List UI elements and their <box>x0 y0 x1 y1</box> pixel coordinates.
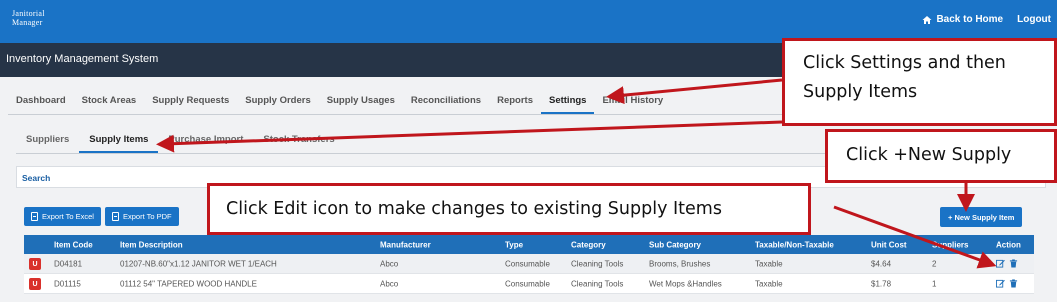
export-pdf-button[interactable]: Export To PDF <box>105 207 179 226</box>
cell-taxable: Taxable <box>755 279 783 288</box>
cell-unit-cost: $1.78 <box>871 279 892 288</box>
settings-subtabs: Suppliers Supply Items Purchase Import S… <box>16 134 345 153</box>
cell-item-code: D04181 <box>54 259 83 268</box>
annotation-edit-icon-callout: Click Edit icon to make changes to exist… <box>207 183 811 235</box>
tab-email-history[interactable]: Email History <box>594 95 671 114</box>
subtab-stock-transfers[interactable]: Stock Transfers <box>253 134 344 153</box>
cell-suppliers: 2 <box>932 259 937 268</box>
tab-reports[interactable]: Reports <box>489 95 541 114</box>
tab-stock-areas[interactable]: Stock Areas <box>74 95 145 114</box>
status-badge: U <box>29 278 41 290</box>
system-title: Inventory Management System <box>6 53 159 65</box>
tab-supply-requests[interactable]: Supply Requests <box>144 95 237 114</box>
new-supply-item-button[interactable]: + New Supply Item <box>940 207 1023 227</box>
annotation-settings-callout: Click Settings and then Supply Items <box>782 38 1057 126</box>
trash-icon[interactable] <box>1009 259 1018 268</box>
row-actions <box>996 279 1018 288</box>
cell-category: Cleaning Tools <box>571 279 624 288</box>
edit-icon[interactable] <box>996 279 1005 288</box>
top-bar: Janitorial Manager Back to Home Logout <box>0 0 1057 43</box>
cell-type: Consumable <box>505 259 550 268</box>
header-item-description[interactable]: Item Description <box>120 240 183 249</box>
cell-item-code: D01115 <box>54 279 81 288</box>
supply-items-table: Item Code Item Description Manufacturer … <box>24 235 1034 294</box>
back-to-home-label: Back to Home <box>936 14 1004 25</box>
home-icon <box>922 15 932 24</box>
cell-sub-category: Brooms, Brushes <box>649 259 711 268</box>
excel-file-icon <box>31 212 38 221</box>
cell-manufacturer: Abco <box>380 279 399 288</box>
annotation-new-supply-callout: Click +New Supply <box>825 129 1057 183</box>
cell-taxable: Taxable <box>755 259 783 268</box>
main-tabs: Dashboard Stock Areas Supply Requests Su… <box>8 95 671 114</box>
logo-line2: Manager <box>12 18 43 27</box>
trash-icon[interactable] <box>1009 279 1018 288</box>
tab-supply-usages[interactable]: Supply Usages <box>319 95 403 114</box>
row-actions <box>996 259 1018 268</box>
cell-item-description: 01112 54" TAPERED WOOD HANDLE <box>120 279 257 288</box>
annotation-settings-line2: Supply Items <box>803 82 918 102</box>
header-action: Action <box>996 240 1021 249</box>
pdf-file-icon <box>112 212 119 221</box>
logout-link[interactable]: Logout <box>1017 14 1051 25</box>
tab-dashboard[interactable]: Dashboard <box>8 95 74 114</box>
cell-category: Cleaning Tools <box>571 259 624 268</box>
export-excel-label: Export To Excel <box>42 212 94 221</box>
export-excel-button[interactable]: Export To Excel <box>24 207 101 226</box>
header-item-code[interactable]: Item Code <box>54 240 93 249</box>
cell-sub-category: Wet Mops &Handles <box>649 279 722 288</box>
header-manufacturer[interactable]: Manufacturer <box>380 240 431 249</box>
header-taxable[interactable]: Taxable/Non-Taxable <box>755 240 834 249</box>
edit-icon[interactable] <box>996 259 1005 268</box>
cell-unit-cost: $4.64 <box>871 259 892 268</box>
cell-suppliers: 1 <box>932 279 937 288</box>
header-suppliers[interactable]: Suppliers <box>932 240 968 249</box>
header-category[interactable]: Category <box>571 240 606 249</box>
cell-item-description: 01207-NB.60"x1.12 JANITOR WET 1/EACH <box>120 259 277 268</box>
annotation-settings-line1: Click Settings and then <box>803 53 1006 73</box>
table-row[interactable]: U D04181 01207-NB.60"x1.12 JANITOR WET 1… <box>24 254 1034 274</box>
table-header: Item Code Item Description Manufacturer … <box>24 235 1034 254</box>
status-badge: U <box>29 258 41 270</box>
logo-line1: Janitorial <box>12 9 45 18</box>
tab-reconciliations[interactable]: Reconciliations <box>403 95 489 114</box>
app-logo[interactable]: Janitorial Manager <box>12 9 45 27</box>
search-panel-label[interactable]: Search <box>22 173 50 183</box>
header-type[interactable]: Type <box>505 240 523 249</box>
top-nav: Back to Home Logout <box>922 14 1051 25</box>
cell-type: Consumable <box>505 279 550 288</box>
tab-supply-orders[interactable]: Supply Orders <box>237 95 318 114</box>
back-to-home-link[interactable]: Back to Home <box>922 14 1003 25</box>
cell-manufacturer: Abco <box>380 259 399 268</box>
header-unit-cost[interactable]: Unit Cost <box>871 240 907 249</box>
subtab-suppliers[interactable]: Suppliers <box>16 134 79 153</box>
subtab-supply-items[interactable]: Supply Items <box>79 134 159 153</box>
export-pdf-label: Export To PDF <box>123 212 172 221</box>
subtab-purchase-import[interactable]: Purchase Import <box>158 134 253 153</box>
table-row[interactable]: U D01115 01112 54" TAPERED WOOD HANDLE A… <box>24 274 1034 294</box>
header-sub-category[interactable]: Sub Category <box>649 240 701 249</box>
tab-settings[interactable]: Settings <box>540 95 595 114</box>
